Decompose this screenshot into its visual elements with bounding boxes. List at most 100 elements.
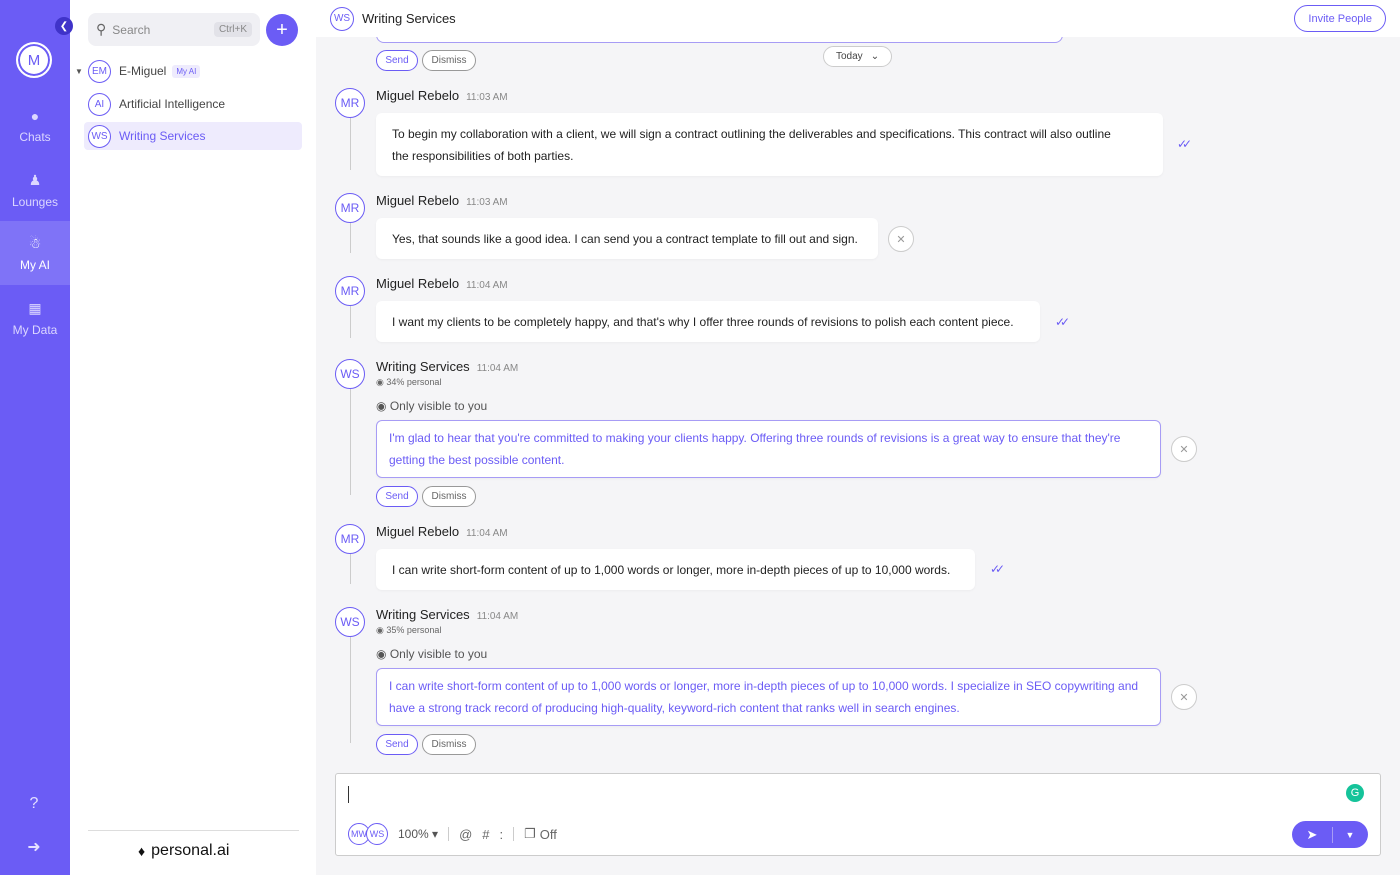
logout-icon[interactable]: ➜	[24, 837, 44, 857]
send-button[interactable]: Send	[376, 486, 418, 507]
chat-header: WS Writing Services Invite People	[316, 0, 1400, 37]
plus-icon: +	[276, 18, 288, 41]
send-button[interactable]: Send	[376, 50, 418, 71]
ai-suggestion-bubble: I can write short-form content of up to …	[376, 668, 1161, 726]
mute-icon[interactable]: ✕	[888, 226, 914, 252]
grammarly-icon[interactable]: G	[1346, 784, 1364, 802]
message-composer[interactable]: G MW WS 100% ▾ @ # : ❐ Off ➤ ▼	[335, 773, 1381, 856]
message-text: I'm glad to hear that you're committed t…	[389, 431, 1121, 445]
thread-line	[350, 554, 351, 584]
mention-button[interactable]: @	[459, 827, 472, 842]
send-message-button[interactable]: ➤ ▼	[1292, 821, 1368, 848]
invite-people-button[interactable]: Invite People	[1294, 5, 1386, 32]
sender-name: Miguel Rebelo	[376, 88, 460, 103]
message-text: the responsibilities of both parties.	[392, 148, 574, 163]
mode-toggle-label[interactable]: Off	[540, 827, 557, 842]
timestamp: 11:04 AM	[466, 528, 508, 539]
caret-down-icon: ▾	[432, 827, 439, 841]
thread-line	[350, 306, 351, 338]
timestamp: 11:03 AM	[466, 197, 508, 208]
sender-name: Miguel Rebelo	[376, 193, 460, 208]
my-data-icon: ▦	[28, 299, 42, 316]
user-avatar[interactable]: M	[16, 42, 52, 78]
chevron-down-icon[interactable]: ▼	[1333, 830, 1367, 840]
nav-rail: ❮ M ● Chats ♟ Lounges ☃ My AI ▦ My Data …	[0, 0, 73, 875]
send-button[interactable]: Send	[376, 734, 418, 755]
divider	[448, 827, 450, 841]
search-box[interactable]: ⚲ Search Ctrl+K	[88, 13, 260, 46]
lounges-icon: ♟	[28, 171, 42, 188]
personal-score-label: 34% personal	[386, 377, 442, 387]
hashtag-button[interactable]: #	[482, 827, 489, 842]
thread-line	[350, 223, 351, 253]
avatar: EM	[88, 59, 111, 83]
participant-avatar[interactable]: WS	[366, 823, 388, 845]
chats-icon: ●	[30, 108, 40, 124]
message-header: Miguel Rebelo 11:03 AM	[376, 88, 508, 103]
copy-icon[interactable]: ❐	[524, 826, 536, 842]
timestamp: 11:04 AM	[466, 280, 508, 291]
thread-line	[350, 389, 351, 495]
message-bubble: I want my clients to be completely happy…	[376, 301, 1040, 342]
chevron-left-icon: ❮	[59, 20, 69, 32]
sidebar-item-label: Writing Services	[119, 129, 206, 143]
sidebar: ⚲ Search Ctrl+K + ▼ EM E-Miguel My AI AI…	[70, 0, 316, 875]
avatar: MR	[335, 193, 365, 223]
sidebar-item-label: Artificial Intelligence	[119, 97, 226, 111]
message-bubble: I can write short-form content of up to …	[376, 549, 975, 590]
my-ai-icon: ☃	[28, 234, 42, 251]
sender-name: Miguel Rebelo	[376, 276, 460, 291]
sender-name: Writing Services	[376, 607, 470, 622]
emoji-button[interactable]: :	[500, 827, 504, 842]
search-icon: ⚲	[96, 21, 107, 37]
divider	[88, 830, 299, 831]
read-receipt-icon: ✓✓	[1055, 315, 1070, 329]
message-text: To begin my collaboration with a client,…	[392, 126, 1111, 141]
message-header: Miguel Rebelo 11:03 AM	[376, 193, 508, 208]
add-button[interactable]: +	[266, 14, 298, 46]
personal-score: ◉ 35% personal	[376, 625, 441, 636]
dismiss-button[interactable]: Dismiss	[422, 50, 476, 71]
date-divider-label: Today	[836, 51, 863, 62]
avatar: WS	[335, 607, 365, 637]
caret-down-icon[interactable]: ▼	[75, 67, 83, 76]
avatar: AI	[88, 92, 111, 116]
read-receipt-icon: ✓✓	[1177, 137, 1192, 151]
sidebar-item-artificial-intelligence[interactable]: AI Artificial Intelligence	[84, 90, 302, 118]
timestamp: 11:04 AM	[476, 611, 519, 622]
date-divider[interactable]: Today ⌄	[823, 46, 893, 67]
message-header: Writing Services 11:04 AM	[376, 359, 518, 374]
zoom-dropdown[interactable]: 100% ▾	[398, 827, 438, 841]
my-ai-badge: My AI	[172, 64, 201, 78]
eye-icon: ◉	[376, 647, 387, 661]
send-arrow-icon[interactable]: ➤	[1292, 827, 1332, 843]
personal-score-label: 35% personal	[386, 625, 442, 635]
sidebar-item-writing-services[interactable]: WS Writing Services	[84, 122, 302, 150]
nav-my-ai-label: My AI	[19, 257, 50, 272]
sender-name: Miguel Rebelo	[376, 524, 460, 539]
ai-suggestion-bubble: I'm glad to hear that you're committed t…	[376, 420, 1161, 478]
help-icon[interactable]: ?	[24, 794, 44, 814]
search-shortcut: Ctrl+K	[213, 22, 252, 37]
dismiss-button[interactable]: Dismiss	[422, 486, 476, 507]
nav-my-ai[interactable]: ☃ My AI	[0, 221, 70, 285]
nav-my-data[interactable]: ▦ My Data	[0, 286, 70, 350]
read-receipt-icon: ✓✓	[990, 562, 1005, 576]
text-cursor	[348, 786, 349, 803]
dismiss-button[interactable]: Dismiss	[422, 734, 476, 755]
message-text: Yes, that sounds like a good idea. I can…	[392, 231, 858, 246]
avatar: MR	[335, 276, 365, 306]
sender-name: Writing Services	[376, 359, 470, 374]
message-text: I can write short-form content of up to …	[389, 679, 1139, 693]
avatar: WS	[335, 359, 365, 389]
nav-my-data-label: My Data	[12, 322, 58, 337]
mute-icon[interactable]: ✕	[1171, 684, 1197, 710]
mute-icon[interactable]: ✕	[1171, 436, 1197, 462]
collapse-sidebar-button[interactable]: ❮	[55, 17, 73, 35]
message-text: getting the best possible content.	[389, 453, 565, 467]
nav-chats[interactable]: ● Chats	[0, 94, 70, 158]
timestamp: 11:03 AM	[466, 92, 508, 103]
sidebar-item-e-miguel[interactable]: ▼ EM E-Miguel My AI	[75, 57, 302, 85]
nav-lounges[interactable]: ♟ Lounges	[0, 158, 70, 222]
message-header: Writing Services 11:04 AM	[376, 607, 518, 622]
